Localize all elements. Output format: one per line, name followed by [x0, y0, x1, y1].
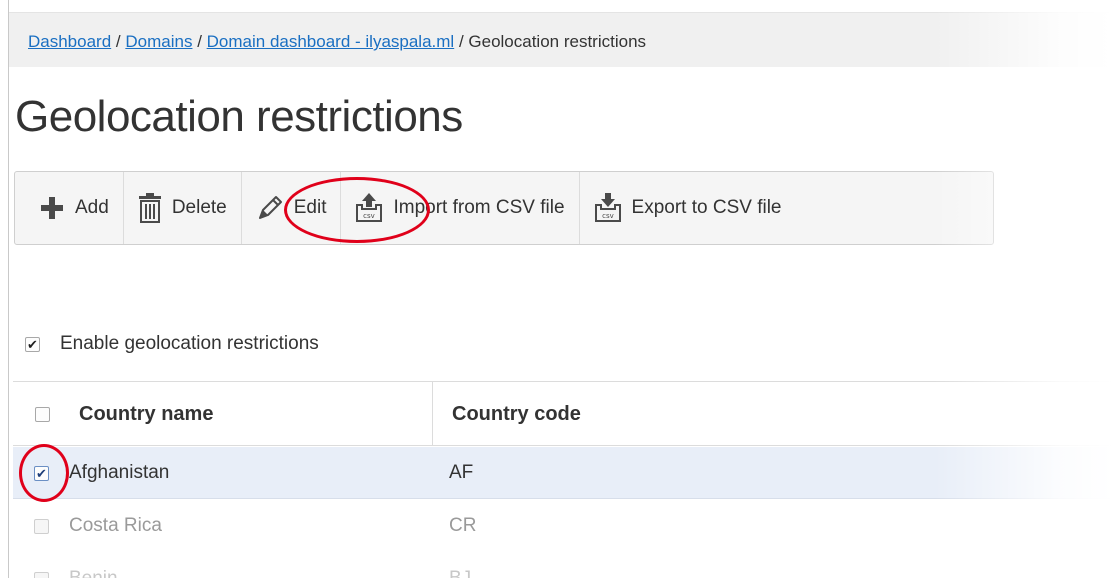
export-csv-button-label: Export to CSV file: [631, 197, 782, 218]
svg-text:csv: csv: [364, 212, 376, 220]
breadcrumb-separator: /: [115, 32, 126, 51]
country-name-cell: Afghanistan: [69, 462, 170, 483]
enable-geolocation-label: Enable geolocation restrictions: [60, 333, 319, 354]
breadcrumb-domain-dashboard-link[interactable]: Domain dashboard - ilyaspala.ml: [207, 32, 455, 51]
row-checkbox-cell: [34, 500, 49, 552]
row-checkbox[interactable]: [34, 571, 49, 578]
select-all-checkbox[interactable]: [35, 406, 50, 422]
row-checkbox-cell: [34, 447, 49, 499]
add-button[interactable]: Add: [15, 172, 124, 244]
row-checkbox[interactable]: [34, 518, 49, 534]
geolocation-restrictions-page: Dashboard / Domains / Domain dashboard -…: [0, 0, 1114, 578]
import-csv-button-label: Import from CSV file: [393, 197, 565, 218]
csv-export-icon: csv: [594, 193, 622, 223]
breadcrumb-domains-link[interactable]: Domains: [125, 32, 192, 51]
csv-import-icon: csv: [355, 193, 383, 223]
country-name-cell: Costa Rica: [69, 515, 162, 536]
breadcrumb-dashboard-link[interactable]: Dashboard: [28, 32, 111, 51]
add-button-label: Add: [75, 197, 109, 218]
delete-button-label: Delete: [171, 197, 227, 218]
edit-button[interactable]: Edit: [242, 172, 342, 244]
row-checkbox[interactable]: [34, 465, 49, 481]
table-row[interactable]: Benin BJ: [13, 553, 1114, 578]
page-title: Geolocation restrictions: [15, 92, 463, 141]
delete-button[interactable]: Delete: [124, 172, 242, 244]
enable-geolocation-checkbox[interactable]: [25, 336, 40, 352]
trash-icon: [138, 193, 162, 223]
page-left-border: [8, 0, 9, 578]
export-csv-button[interactable]: csv Export to CSV file: [580, 172, 796, 244]
select-all-cell: [35, 382, 50, 446]
country-code-cell: CR: [449, 515, 477, 536]
country-code-cell: AF: [449, 462, 474, 483]
row-checkbox-cell: [34, 553, 49, 578]
column-divider: [432, 382, 433, 446]
table-row[interactable]: Afghanistan AF: [13, 447, 1114, 499]
country-code-cell: BJ: [449, 553, 471, 578]
column-header-country-code[interactable]: Country code: [452, 382, 581, 446]
table-header: Country name Country code: [13, 381, 1114, 446]
edit-button-label: Edit: [293, 197, 327, 218]
enable-geolocation-option[interactable]: Enable geolocation restrictions: [25, 333, 319, 355]
column-header-country-name[interactable]: Country name: [79, 382, 213, 446]
toolbar: Add Delete Edit csv Import from CSV file…: [14, 171, 994, 245]
svg-text:csv: csv: [602, 212, 614, 220]
import-csv-button[interactable]: csv Import from CSV file: [341, 172, 580, 244]
breadcrumb: Dashboard / Domains / Domain dashboard -…: [9, 12, 1114, 67]
breadcrumb-separator: /: [458, 32, 469, 51]
breadcrumb-separator: /: [197, 32, 207, 51]
country-name-cell: Benin: [69, 553, 118, 578]
plus-icon: [39, 195, 65, 221]
breadcrumb-current: Geolocation restrictions: [468, 32, 647, 51]
pencil-icon: [256, 194, 284, 222]
table-row[interactable]: Costa Rica CR: [13, 500, 1114, 552]
